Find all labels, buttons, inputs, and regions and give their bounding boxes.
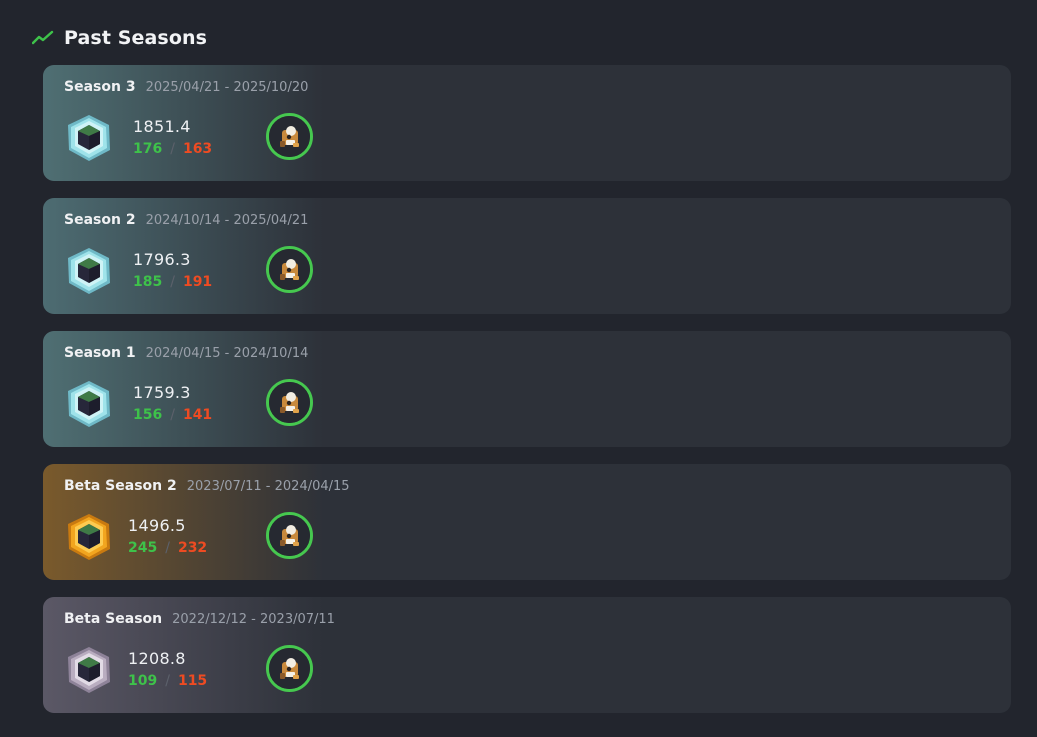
diamond-rank-icon	[63, 378, 115, 430]
season-header: Season 2 2024/10/14 - 2025/04/21	[64, 212, 308, 228]
season-header: Season 1 2024/04/15 - 2024/10/14	[64, 345, 308, 361]
agent-portrait-icon	[269, 648, 310, 689]
past-seasons-page: Past Seasons Season 3 2025/04/21 - 2025/…	[0, 0, 1037, 737]
losses-count: 141	[182, 407, 213, 423]
agent-portrait-icon	[269, 116, 310, 157]
season-dates: 2024/10/14 - 2025/04/21	[145, 213, 309, 228]
season-stats: 1496.5 245 / 232	[128, 516, 207, 558]
agent-portrait-icon	[269, 249, 310, 290]
wins-count: 109	[128, 673, 158, 689]
season-stats: 1796.3 185 / 191	[133, 250, 212, 292]
agent-avatar[interactable]	[266, 113, 313, 160]
wins-count: 245	[128, 540, 158, 556]
win-loss-record: 156 / 141	[133, 405, 212, 425]
season-name: Season 1	[64, 345, 136, 361]
season-card-3[interactable]: Season 1 2024/04/15 - 2024/10/14 1759.3 …	[43, 331, 1011, 447]
season-stats: 1208.8 109 / 115	[128, 649, 207, 691]
trend-line-icon	[31, 30, 54, 46]
season-stats: 1851.4 176 / 163	[133, 117, 212, 159]
agent-portrait-icon	[269, 515, 310, 556]
season-rating: 1796.3	[133, 250, 191, 269]
win-loss-record: 245 / 232	[128, 538, 207, 558]
gold-rank-icon	[63, 511, 115, 563]
win-loss-record: 109 / 115	[128, 671, 207, 691]
wins-count: 185	[133, 274, 163, 290]
record-separator: /	[170, 407, 175, 423]
agent-avatar[interactable]	[266, 512, 313, 559]
silver-rank-icon	[63, 644, 115, 696]
wins-count: 156	[133, 407, 163, 423]
losses-count: 232	[177, 540, 208, 556]
wins-count: 176	[133, 141, 163, 157]
season-dates: 2024/04/15 - 2024/10/14	[145, 346, 309, 361]
season-name: Season 3	[64, 79, 136, 95]
losses-count: 163	[182, 141, 213, 157]
season-card-2[interactable]: Season 2 2024/10/14 - 2025/04/21 1796.3 …	[43, 198, 1011, 314]
agent-avatar[interactable]	[266, 645, 313, 692]
season-stats: 1759.3 156 / 141	[133, 383, 212, 425]
season-rating: 1759.3	[133, 383, 191, 402]
section-header: Past Seasons	[31, 24, 208, 52]
season-rating: 1851.4	[133, 117, 191, 136]
season-rating: 1208.8	[128, 649, 186, 668]
season-name: Season 2	[64, 212, 136, 228]
agent-portrait-icon	[269, 382, 310, 423]
losses-count: 115	[177, 673, 208, 689]
diamond-rank-icon	[63, 112, 115, 164]
diamond-rank-icon	[63, 245, 115, 297]
season-card-1[interactable]: Season 3 2025/04/21 - 2025/10/20 1851.4 …	[43, 65, 1011, 181]
agent-avatar[interactable]	[266, 379, 313, 426]
win-loss-record: 176 / 163	[133, 139, 212, 159]
agent-avatar[interactable]	[266, 246, 313, 293]
season-header: Beta Season 2022/12/12 - 2023/07/11	[64, 611, 335, 627]
season-header: Season 3 2025/04/21 - 2025/10/20	[64, 79, 308, 95]
season-rating: 1496.5	[128, 516, 186, 535]
season-card-5[interactable]: Beta Season 2022/12/12 - 2023/07/11 1208…	[43, 597, 1011, 713]
record-separator: /	[170, 141, 175, 157]
season-list: Season 3 2025/04/21 - 2025/10/20 1851.4 …	[43, 65, 1011, 730]
record-separator: /	[170, 274, 175, 290]
season-dates: 2023/07/11 - 2024/04/15	[186, 479, 350, 494]
season-card-4[interactable]: Beta Season 2 2023/07/11 - 2024/04/15 14…	[43, 464, 1011, 580]
season-name: Beta Season 2	[64, 478, 177, 494]
record-separator: /	[165, 540, 170, 556]
season-name: Beta Season	[64, 611, 163, 627]
win-loss-record: 185 / 191	[133, 272, 212, 292]
section-title: Past Seasons	[64, 27, 208, 49]
season-header: Beta Season 2 2023/07/11 - 2024/04/15	[64, 478, 350, 494]
losses-count: 191	[182, 274, 213, 290]
season-dates: 2025/04/21 - 2025/10/20	[145, 80, 309, 95]
season-dates: 2022/12/12 - 2023/07/11	[172, 612, 335, 627]
record-separator: /	[165, 673, 170, 689]
